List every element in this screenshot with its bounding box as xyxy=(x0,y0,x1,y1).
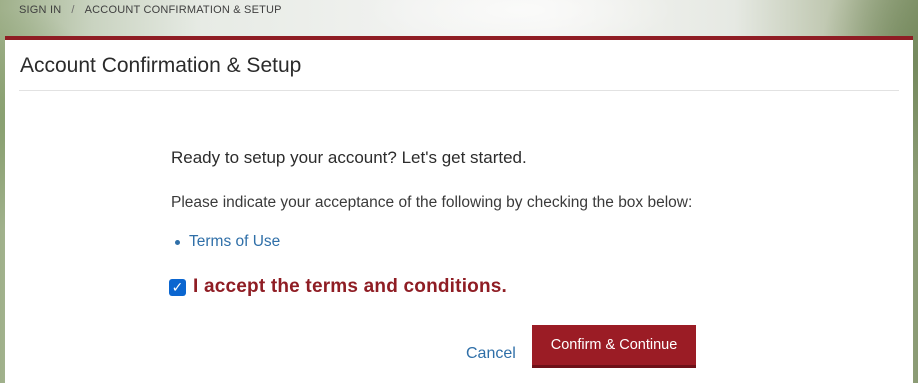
terms-list: Terms of Use xyxy=(175,233,280,251)
terms-of-use-link[interactable]: Terms of Use xyxy=(189,233,280,251)
setup-card: Account Confirmation & Setup Ready to se… xyxy=(5,36,913,383)
breadcrumb-sign-in[interactable]: SIGN IN xyxy=(19,4,61,16)
breadcrumb: SIGN IN / ACCOUNT CONFIRMATION & SETUP xyxy=(19,3,282,17)
bullet-icon xyxy=(175,239,180,245)
page-title: Account Confirmation & Setup xyxy=(20,54,302,77)
instruction-text: Please indicate your acceptance of the f… xyxy=(171,194,693,211)
list-item: Terms of Use xyxy=(175,233,280,251)
confirm-continue-button[interactable]: Confirm & Continue xyxy=(532,325,696,368)
lead-text: Ready to setup your account? Let's get s… xyxy=(171,148,527,167)
breadcrumb-separator: / xyxy=(71,4,75,16)
accept-terms-row[interactable]: ✓ I accept the terms and conditions. xyxy=(169,276,507,298)
breadcrumb-current: ACCOUNT CONFIRMATION & SETUP xyxy=(84,4,282,16)
accept-terms-label[interactable]: I accept the terms and conditions. xyxy=(193,276,507,298)
card-header: Account Confirmation & Setup xyxy=(19,40,899,91)
check-icon: ✓ xyxy=(171,278,184,295)
cancel-button[interactable]: Cancel xyxy=(466,345,516,363)
accept-terms-checkbox[interactable]: ✓ xyxy=(169,278,186,296)
